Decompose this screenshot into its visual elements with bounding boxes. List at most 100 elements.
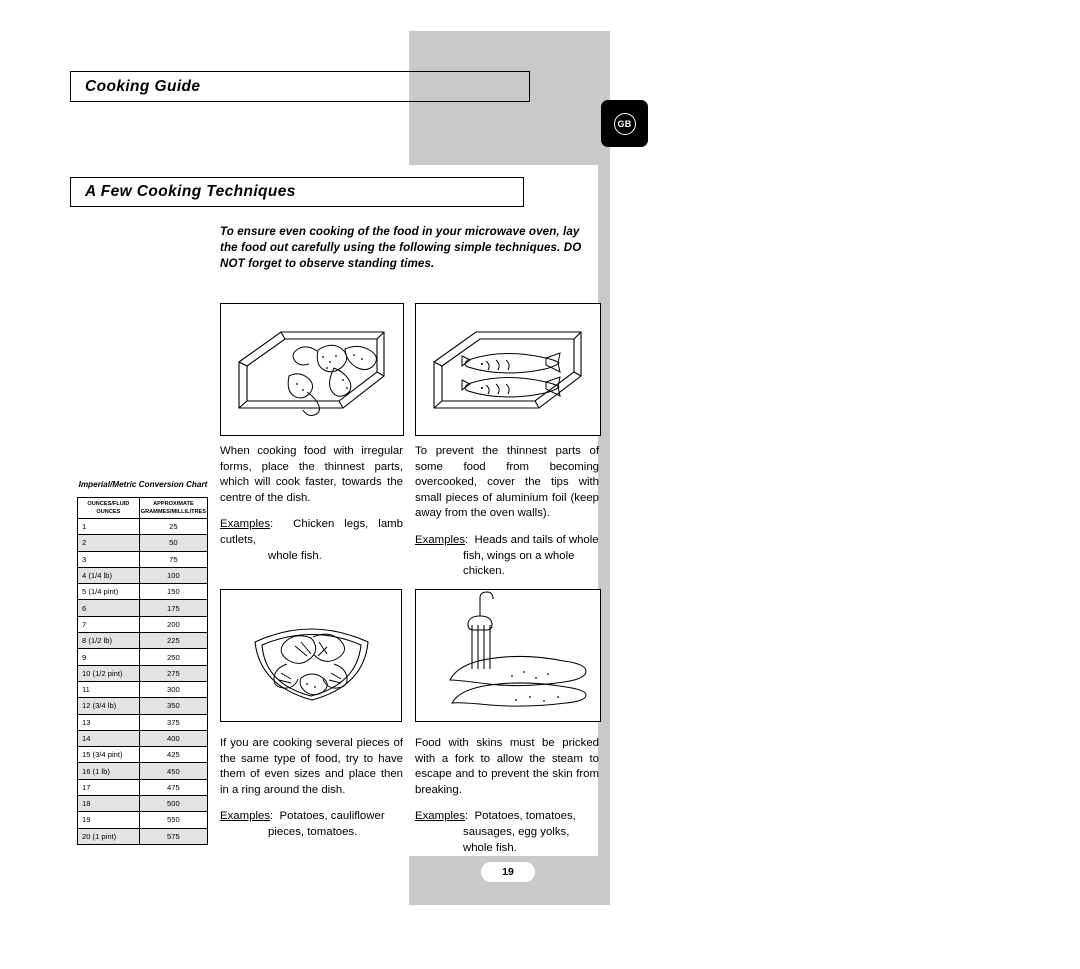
examples-line2-2: fish, wings on a whole: [463, 549, 575, 562]
examples-line1-2: Heads and tails of whole: [474, 533, 599, 546]
cell-imperial: 7: [77, 615, 140, 634]
cell-metric: 350: [138, 697, 209, 715]
examples-line1-3: Potatoes, cauliflower: [279, 810, 385, 823]
page-title-box: Cooking Guide: [70, 71, 530, 102]
cell-metric: 100: [138, 566, 209, 585]
region-badge-label: GB: [613, 112, 636, 135]
table-row: 15 (3/4 pint) 425: [77, 746, 209, 764]
header-imperial-line2: OUNCES: [96, 509, 121, 515]
illustration-foil-tips: [415, 303, 601, 436]
page-number: 19: [502, 866, 514, 878]
cell-imperial: 13: [77, 713, 140, 731]
table-row: 18 500: [77, 795, 209, 813]
examples-line2-3: pieces, tomatoes.: [268, 825, 358, 838]
examples-line2-4: sausages, egg yolks,: [463, 825, 570, 838]
table-row: 1 25: [77, 517, 209, 536]
examples-line3-4: whole fish.: [463, 841, 517, 854]
cell-imperial: 2: [77, 534, 140, 552]
cell-metric: 475: [138, 778, 209, 797]
section-intro: To ensure even cooking of the food in yo…: [220, 225, 582, 271]
table-row: 9 250: [77, 648, 209, 666]
table-row: 2 50: [77, 534, 209, 552]
panel-body-4: Food with skins must be pricked with a f…: [415, 737, 599, 796]
cell-imperial: 18: [77, 795, 140, 813]
panel-examples-1: Examples: Chicken legs, lamb cutlets, wh…: [220, 517, 403, 564]
examples-colon-4: :: [465, 810, 475, 823]
examples-label-4: Examples: [415, 810, 466, 823]
panel-text-irregular-forms: When cooking food with irregular forms, …: [220, 444, 403, 564]
cell-metric: 375: [138, 713, 209, 731]
illustration-ring-arrangement: [220, 589, 402, 722]
panel-examples-3: Examples: Potatoes, cauliflower pieces, …: [220, 809, 403, 840]
table-row: 3 75: [77, 550, 209, 568]
examples-colon-1: :: [270, 518, 294, 531]
table-row: 10 (1/2 pint) 275: [77, 664, 209, 682]
section-title-box: A Few Cooking Techniques: [70, 177, 524, 207]
table-row: 17 475: [77, 778, 209, 797]
cell-imperial: 8 (1/2 lb): [77, 632, 140, 650]
cell-metric: 575: [138, 827, 209, 845]
cell-imperial: 5 (1/4 pint): [77, 583, 140, 601]
region-badge: GB: [601, 100, 648, 147]
examples-line2-1: whole fish.: [268, 549, 322, 562]
examples-line3-2: chicken.: [463, 565, 505, 578]
cell-imperial: 9: [77, 648, 140, 666]
cell-imperial: 14: [77, 729, 140, 748]
examples-colon-3: :: [270, 810, 280, 823]
table-row: 6 175: [77, 599, 209, 617]
cell-metric: 150: [138, 583, 209, 601]
cell-imperial: 3: [77, 550, 140, 568]
grey-band-right: [598, 31, 610, 905]
table-row: 7 200: [77, 615, 209, 634]
examples-colon-2: :: [465, 533, 475, 546]
examples-label-2: Examples: [415, 533, 466, 546]
page-number-badge: 19: [481, 862, 535, 882]
cell-metric: 550: [138, 811, 209, 829]
document-page: GB Cooking Guide A Few Cooking Technique…: [0, 0, 1080, 969]
panel-text-pricking-skins: Food with skins must be pricked with a f…: [415, 736, 599, 856]
cell-metric: 200: [138, 615, 209, 634]
cell-metric: 225: [138, 632, 209, 650]
illustration-irregular-forms: [220, 303, 404, 436]
panel-examples-4: Examples: Potatoes, tomatoes, sausages, …: [415, 809, 599, 856]
table-row: 4 (1/4 lb) 100: [77, 566, 209, 585]
table-row: 19 550: [77, 811, 209, 829]
table-row: 20 (1 pint) 575: [77, 827, 209, 845]
cell-metric: 25: [138, 517, 209, 536]
cell-metric: 425: [138, 746, 209, 764]
cell-metric: 500: [138, 795, 209, 813]
examples-label-1: Examples: [220, 518, 271, 531]
panel-body-3: If you are cooking several pieces of the…: [220, 737, 403, 796]
conversion-chart-table: OUNCES/FLUID OUNCES APPROXIMATE GRAMMES/…: [77, 497, 209, 845]
cell-imperial: 17: [77, 778, 140, 797]
cell-imperial: 20 (1 pint): [77, 827, 140, 845]
examples-label-3: Examples: [220, 810, 271, 823]
cell-imperial: 10 (1/2 pint): [77, 664, 140, 682]
cell-metric: 400: [138, 729, 209, 748]
cell-metric: 50: [138, 534, 209, 552]
cell-metric: 75: [138, 550, 209, 568]
cell-imperial: 19: [77, 811, 140, 829]
cell-metric: 450: [138, 762, 209, 780]
cell-imperial: 1: [77, 517, 140, 536]
table-row: 14 400: [77, 729, 209, 748]
illustration-pricking-fork: [415, 589, 601, 722]
table-row: 13 375: [77, 713, 209, 731]
table-row: 12 (3/4 lb) 350: [77, 697, 209, 715]
cell-imperial: 15 (3/4 pint): [77, 746, 140, 764]
panel-body-2: To prevent the thinnest parts of some fo…: [415, 445, 599, 520]
page-title: Cooking Guide: [85, 77, 201, 95]
examples-line1-4: Potatoes, tomatoes,: [474, 810, 576, 823]
panel-body-1: When cooking food with irregular forms, …: [220, 445, 403, 504]
table-row: 11 300: [77, 680, 209, 699]
cell-imperial: 16 (1 lb): [77, 762, 140, 780]
panel-text-foil-tips: To prevent the thinnest parts of some fo…: [415, 444, 599, 580]
panel-examples-2: Examples: Heads and tails of whole fish,…: [415, 533, 599, 580]
header-imperial-line1: OUNCES/FLUID: [87, 501, 130, 507]
cell-metric: 250: [138, 648, 209, 666]
cell-imperial: 6: [77, 599, 140, 617]
header-metric-line1: APPROXIMATE: [153, 501, 194, 507]
conversion-chart-title: Imperial/Metric Conversion Chart: [78, 480, 208, 489]
header-metric-line2: GRAMMES/MILLILITRES: [140, 509, 206, 515]
table-header-row: OUNCES/FLUID OUNCES APPROXIMATE GRAMMES/…: [77, 497, 209, 519]
